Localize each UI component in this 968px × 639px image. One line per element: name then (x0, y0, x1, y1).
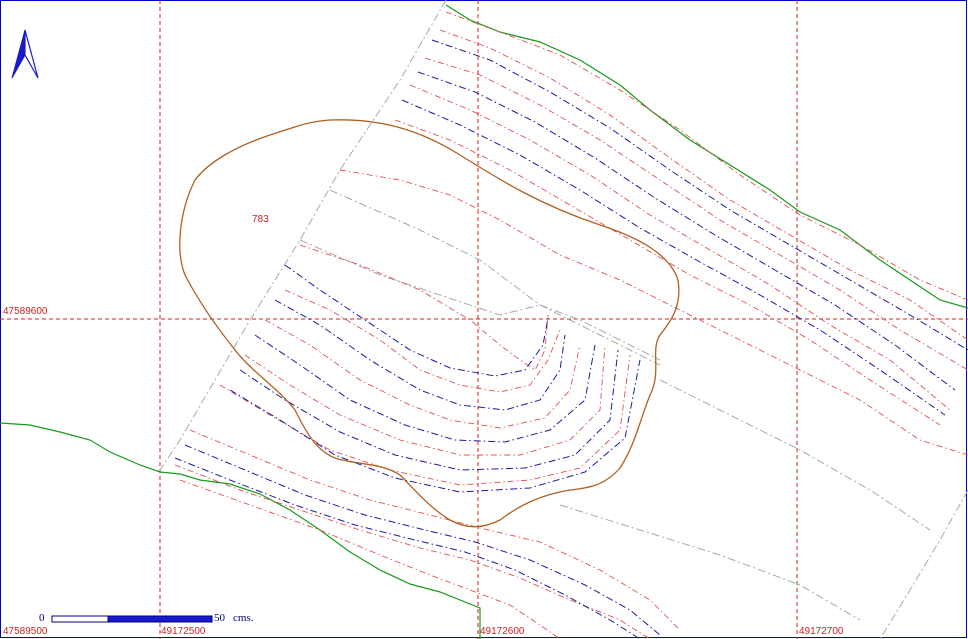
scale-bar-start-label: 0 (39, 612, 45, 624)
scale-bar-end-label: 50 (214, 612, 226, 624)
grid-label-x-1: 49172500 (161, 626, 206, 637)
grid-label-y-mid: 47589600 (3, 306, 48, 317)
scale-bar: 0 50 cms. (39, 612, 254, 624)
boundary-lines-green (0, 4, 968, 639)
boundary-line-top (445, 4, 968, 309)
contour-lines-blue (174, 39, 968, 639)
north-arrow-icon (11, 29, 39, 79)
scale-bar-unit-label: cms. (233, 612, 254, 624)
parcel-label: 783 (252, 214, 269, 225)
boundary-line-bottom (0, 422, 481, 639)
contour-lines-red (174, 11, 968, 639)
scale-bar-filled-segment (107, 615, 213, 623)
grid-label-y-bottom: 47589500 (3, 626, 48, 637)
grid-label-x-3: 49172700 (799, 626, 844, 637)
map-canvas[interactable]: 783 47589600 47589500 49172500 49172600 … (0, 0, 968, 639)
parcel-outline-783[interactable] (179, 119, 680, 528)
grid-label-x-2: 49172600 (480, 626, 525, 637)
scale-bar-empty-segment (51, 615, 109, 623)
coordinate-grid (0, 0, 968, 639)
